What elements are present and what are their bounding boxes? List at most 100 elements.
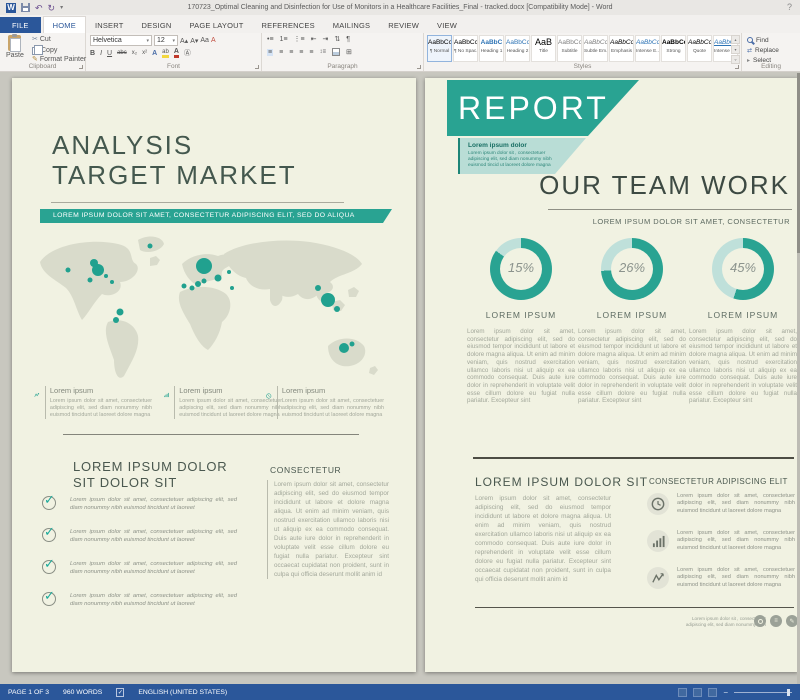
divider: [51, 202, 344, 203]
tab-file[interactable]: FILE: [0, 17, 41, 33]
side-item: Lorem ipsum dolor sit amet, consectetuer…: [647, 530, 795, 552]
find-button[interactable]: Find: [747, 35, 769, 45]
tab-mailings[interactable]: MAILINGS: [324, 17, 379, 33]
align-right-icon[interactable]: ≡: [289, 49, 293, 56]
line-spacing-icon[interactable]: ↕≡: [319, 49, 326, 55]
italic-button[interactable]: I: [100, 50, 102, 57]
change-case-button[interactable]: Aa: [200, 37, 209, 44]
side-item: Lorem ipsum dolor sit amet, consectetuer…: [647, 493, 795, 515]
justify-icon[interactable]: ≡: [299, 49, 303, 56]
section-paragraph: Lorem ipsum dolor sit amet, consectetur …: [475, 494, 611, 584]
font-size-combo[interactable]: 12▾: [154, 35, 178, 46]
paragraph-group-label: Paragraph: [262, 63, 423, 70]
document-page-2[interactable]: REPORT Lorem ipsum dolor Lorem ipsum dol…: [425, 78, 798, 672]
tab-page-layout[interactable]: PAGE LAYOUT: [181, 17, 253, 33]
tab-references[interactable]: REFERENCES: [253, 17, 324, 33]
checklist-text: Lorem ipsum dolor sit amet, consectetuer…: [70, 496, 237, 512]
clear-formatting-button[interactable]: A: [211, 37, 216, 44]
bullets-icon[interactable]: •≡: [267, 36, 274, 43]
tab-home[interactable]: HOME: [43, 16, 86, 33]
text-effects-button[interactable]: A: [152, 50, 157, 57]
read-mode-icon[interactable]: [678, 688, 687, 697]
underline-button[interactable]: U: [107, 50, 112, 57]
qat-customize-icon[interactable]: ▾: [60, 4, 63, 11]
strikethrough-button[interactable]: abc: [117, 50, 127, 56]
style-normal[interactable]: AaBbCcI¶ Normal: [427, 35, 452, 62]
style-preview: AaBbCc.: [636, 36, 659, 49]
undo-icon[interactable]: ↶: [35, 3, 43, 13]
enclose-characters-button[interactable]: Ⓐ: [184, 48, 191, 58]
style-preview: AaBbCc.: [688, 36, 711, 49]
map-marker: [315, 285, 321, 291]
format-painter-button[interactable]: ✎ Format Painter: [32, 55, 86, 63]
highlight-button[interactable]: ab: [162, 49, 169, 58]
font-family-combo[interactable]: Helvetica▾: [90, 35, 152, 46]
style-subtitle[interactable]: AaBbCcSubtitle: [557, 35, 582, 62]
style-emphasis[interactable]: AaBbCc.Emphasis: [609, 35, 634, 62]
language-indicator[interactable]: ENGLISH (UNITED STATES): [138, 689, 227, 696]
show-paragraph-marks-icon[interactable]: ¶: [346, 36, 350, 43]
style-intense-emphasis[interactable]: AaBbCc.Intense E...: [635, 35, 660, 62]
document-page-1[interactable]: ANALYSIS TARGET MARKET LOREM IPSUM DOLOR…: [12, 78, 416, 672]
zoom-handle[interactable]: [787, 689, 790, 696]
font-color-button[interactable]: A: [174, 48, 179, 58]
clock-icon: [651, 497, 665, 511]
word-count[interactable]: 960 WORDS: [63, 689, 102, 696]
donut-column: 45% LOREM IPSUM Lorem ipsum dolor sit am…: [689, 238, 797, 405]
style-heading-2[interactable]: AaBbCcHeading 2: [505, 35, 530, 62]
replace-button[interactable]: ⇄Replace: [747, 45, 779, 55]
copy-button[interactable]: Copy: [32, 45, 57, 55]
subscript-button[interactable]: x₂: [132, 50, 137, 56]
increase-indent-icon[interactable]: ⇥: [323, 35, 329, 43]
font-group: Helvetica▾ 12▾ A▴ A▾ Aa A B I U abc x₂ x…: [86, 33, 262, 71]
zoom-slider[interactable]: [734, 692, 792, 693]
checklist-item: Lorem ipsum dolor sit amet, consectetuer…: [42, 528, 237, 544]
help-button[interactable]: ?: [787, 2, 792, 12]
proofing-icon[interactable]: ✓: [116, 688, 124, 697]
style-title[interactable]: AaBTitle: [531, 35, 556, 62]
zoom-out-button[interactable]: −: [723, 688, 728, 697]
multilevel-list-icon[interactable]: ⋮≡: [294, 35, 305, 43]
font-dialog-launcher[interactable]: [255, 65, 259, 69]
tab-review[interactable]: REVIEW: [379, 17, 428, 33]
tab-view[interactable]: VIEW: [428, 17, 466, 33]
align-center-icon[interactable]: ≡: [279, 49, 283, 56]
sort-icon[interactable]: ⇅: [334, 35, 340, 43]
paragraph-dialog-launcher[interactable]: [417, 65, 421, 69]
save-icon[interactable]: [21, 3, 30, 12]
target-icon: [754, 615, 766, 627]
borders-icon[interactable]: ⊞: [346, 48, 352, 56]
style-preview: AaBbCc.: [584, 36, 607, 49]
consectetur-heading: CONSECTETUR: [270, 465, 341, 475]
superscript-button[interactable]: x²: [142, 50, 147, 56]
numbering-icon[interactable]: 1≡: [280, 36, 288, 43]
shrink-font-button[interactable]: A▾: [190, 37, 198, 45]
donut-label: LOREM IPSUM: [689, 310, 797, 320]
redo-icon[interactable]: ↻: [48, 3, 56, 13]
tab-insert[interactable]: INSERT: [86, 17, 133, 33]
clipboard-dialog-launcher[interactable]: [79, 65, 83, 69]
bold-button[interactable]: B: [90, 50, 95, 57]
format-painter-icon: ✎: [32, 55, 38, 63]
web-layout-icon[interactable]: [708, 688, 717, 697]
grow-font-button[interactable]: A▴: [180, 37, 188, 45]
style-strong[interactable]: AaBbCcStrong: [661, 35, 686, 62]
print-layout-icon[interactable]: [693, 688, 702, 697]
feature-title: Lorem ipsum: [50, 386, 152, 395]
distribute-icon[interactable]: ≡: [309, 49, 313, 56]
style-heading-1[interactable]: AaBbCHeading 1: [479, 35, 504, 62]
shading-icon[interactable]: [332, 48, 340, 56]
decrease-indent-icon[interactable]: ⇤: [311, 35, 317, 43]
cut-button[interactable]: ✂ Cut: [32, 35, 51, 43]
report-box-heading: Lorem ipsum dolor: [468, 142, 586, 149]
tab-design[interactable]: DESIGN: [133, 17, 181, 33]
align-left-icon[interactable]: ≡: [267, 49, 273, 56]
page-indicator[interactable]: PAGE 1 OF 3: [8, 689, 49, 696]
paste-button[interactable]: Paste: [6, 35, 24, 59]
styles-scrollbar[interactable]: ▴▾▿: [731, 35, 740, 62]
style-quote[interactable]: AaBbCc.Quote: [687, 35, 712, 62]
styles-dialog-launcher[interactable]: [735, 65, 739, 69]
style-no-spacing[interactable]: AaBbCcI¶ No Spac...: [453, 35, 478, 62]
style-subtle-emphasis[interactable]: AaBbCc.Subtle Em...: [583, 35, 608, 62]
paragraph-group: •≡ 1≡ ⋮≡ ⇤ ⇥ ⇅ ¶ ≡ ≡ ≡ ≡ ≡ ↕≡ ⊞ Paragrap…: [262, 33, 424, 71]
